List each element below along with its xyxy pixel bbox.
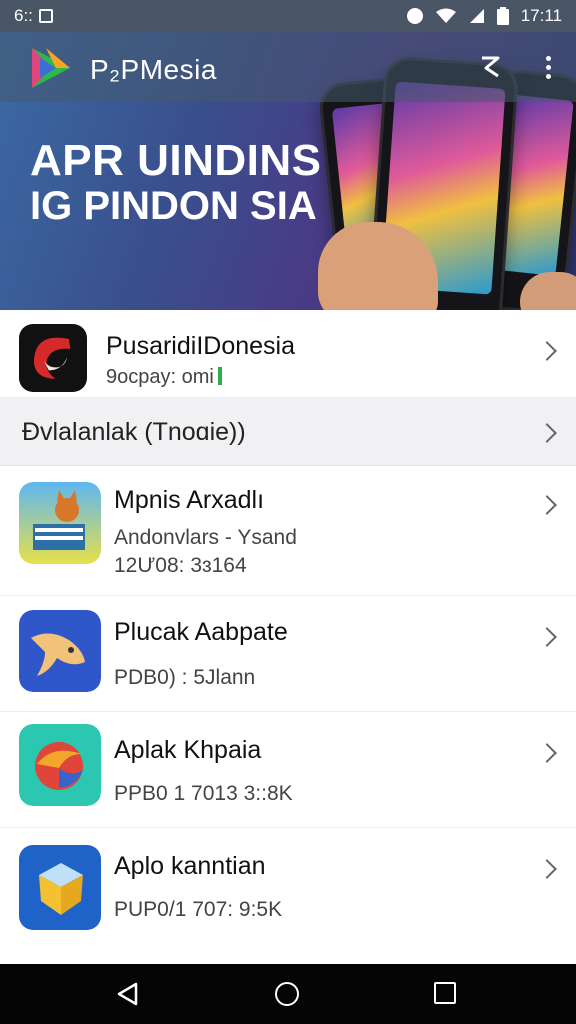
back-icon[interactable] (116, 982, 140, 1006)
status-right: 17:11 (406, 6, 562, 26)
featured-app-row[interactable]: PusaridiIDonesia 9ocpay: omi (0, 310, 576, 398)
more-vert-icon[interactable] (540, 52, 558, 84)
notification-square-icon (38, 9, 53, 23)
signal-icon (469, 9, 484, 23)
recents-icon[interactable] (434, 982, 456, 1004)
list-item[interactable]: Plucak Aabpate PDB0) : 5Jlann (0, 596, 576, 712)
status-time: 17:11 (520, 6, 562, 25)
share-icon[interactable] (478, 54, 504, 80)
app-line-1: PPB0 1 7013 3::8K (114, 782, 293, 805)
hero-banner: P₂PMesia APR UINDINS IG PINDON SIA (0, 32, 576, 310)
status-bar: 6:: 17:11 (0, 0, 576, 32)
status-left-text: 6:: (14, 6, 33, 25)
chevron-right-icon (537, 743, 557, 763)
list-item[interactable]: Aplo kanntian PUP0/1 707: 9:5K (0, 828, 576, 964)
swirl-ball-app-icon (19, 724, 101, 806)
app-title: P₂PMesia (90, 54, 217, 85)
app-list: PusaridiIDonesia 9ocpay: omi Đvlalanlak … (0, 310, 576, 964)
app-bar: P₂PMesia (0, 32, 576, 102)
chevron-right-icon (537, 495, 557, 515)
app-logo-icon (32, 48, 70, 88)
banner-headline-1: APR UINDINS (30, 136, 322, 185)
vpn-icon (406, 8, 423, 24)
list-item[interactable]: Mpnis Arxadlı Andonvlars - Ysand 12Ư08: … (0, 466, 576, 596)
chevron-right-icon (537, 341, 557, 361)
red-swirl-app-icon (19, 324, 87, 392)
navigation-bar (0, 964, 576, 1024)
app-title: Mpnis Arxadlı (114, 486, 265, 514)
featured-app-subtitle: 9ocpay: omi (106, 366, 222, 389)
battery-icon (496, 7, 509, 25)
fox-books-app-icon (19, 482, 101, 564)
section-label: Đvlalanlak (Tnoɑie)) (22, 418, 246, 446)
app-line-2: 12Ư08: 3ɜ164 (114, 554, 247, 577)
green-indicator (217, 367, 222, 385)
app-title: Aplak Khpaia (114, 736, 262, 764)
home-icon[interactable] (275, 982, 299, 1006)
featured-app-subtitle-text: 9ocpay: omi (106, 366, 214, 388)
app-line-1: PDB0) : 5Jlann (114, 666, 256, 689)
chevron-right-icon (537, 423, 557, 443)
featured-app-title: PusaridiIDonesia (106, 332, 295, 360)
status-left: 6:: (14, 6, 53, 26)
chevron-right-icon (537, 859, 557, 879)
list-item[interactable]: Aplak Khpaia PPB0 1 7013 3::8K (0, 712, 576, 828)
app-line-1: Andonvlars - Ysand (114, 526, 297, 549)
app-title: Plucak Aabpate (114, 618, 288, 646)
app-title: Aplo kanntian (114, 852, 266, 880)
banner-headline-2: IG PINDON SIA (30, 184, 317, 228)
chevron-right-icon (537, 627, 557, 647)
fish-app-icon (19, 610, 101, 692)
shield-box-app-icon (19, 845, 101, 930)
app-line-1: PUP0/1 707: 9:5K (114, 898, 283, 921)
wifi-icon (435, 8, 456, 23)
section-header-row[interactable]: Đvlalanlak (Tnoɑie)) (0, 398, 576, 466)
